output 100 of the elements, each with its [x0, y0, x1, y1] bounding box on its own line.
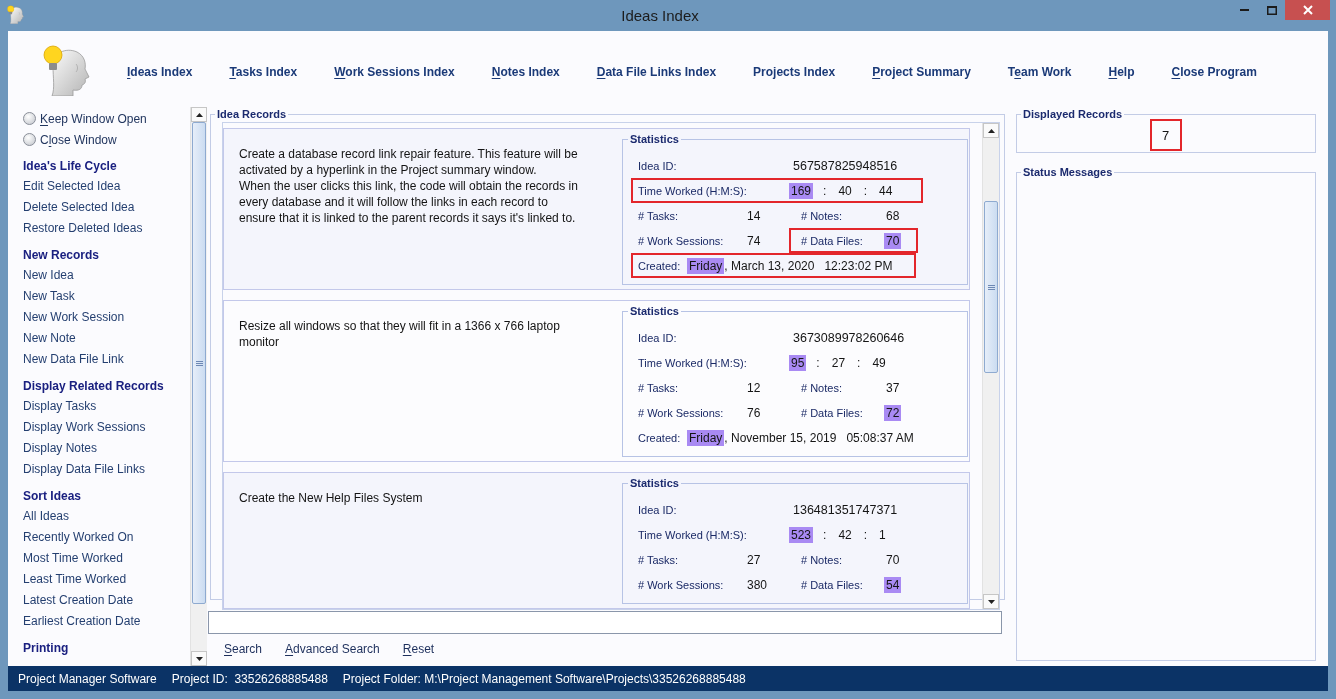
section-heading: Sort Ideas — [23, 488, 82, 505]
stat-value: 136481351747371 — [792, 501, 899, 518]
stat-value: 72 — [884, 404, 902, 421]
radio-option[interactable]: Keep Window Open — [23, 108, 147, 129]
stat-label: # Work Sessions: — [638, 234, 725, 247]
scroll-down-button[interactable] — [983, 594, 999, 609]
nav-link[interactable]: Close Program — [1171, 65, 1257, 79]
nav-link[interactable]: Team Work — [1007, 65, 1072, 79]
stat-label: Created: — [638, 259, 682, 272]
stat-label: # Data Files: — [801, 406, 864, 419]
sidebar-link[interactable]: Least Time Worked — [23, 569, 127, 590]
stat-value: 68 — [885, 207, 901, 224]
scroll-up-button[interactable] — [191, 107, 207, 122]
sidebar-link[interactable]: New Task — [23, 286, 75, 307]
panel-title: Status Messages — [1022, 166, 1114, 179]
stat-label: # Data Files: — [801, 234, 864, 247]
stat-value: 76 — [746, 404, 762, 421]
stat-value: 74 — [746, 232, 762, 249]
stat-label: # Notes: — [801, 381, 843, 394]
vertical-scrollbar[interactable] — [190, 107, 207, 666]
sidebar-link[interactable]: Display Notes — [23, 438, 98, 459]
stat-value: 70 — [885, 551, 901, 568]
time-separator: : — [862, 182, 869, 199]
search-field[interactable] — [208, 611, 1002, 634]
sidebar-link[interactable]: Earliest Creation Date — [23, 611, 141, 632]
stat-value: 54 — [884, 576, 902, 593]
nav-link[interactable]: Work Sessions Index — [334, 65, 455, 79]
sidebar-link[interactable]: All Ideas — [23, 506, 70, 527]
nav-link[interactable]: Tasks Index — [229, 65, 298, 79]
sidebar-link[interactable]: Display Work Sessions — [23, 417, 146, 438]
nav-link[interactable]: Help — [1108, 65, 1135, 79]
sidebar-link[interactable]: Delete Selected Idea — [23, 197, 135, 218]
caret-up-icon — [987, 128, 995, 133]
sidebar-link[interactable]: New Work Session — [23, 307, 125, 328]
search-action-button[interactable]: Reset — [402, 642, 435, 657]
stat-value: 14 — [746, 207, 762, 224]
head-lightbulb-icon — [6, 5, 24, 24]
stat-value: 70 — [884, 232, 902, 249]
idea-description: When the user clicks this link, the code will obtain the records in every database and it will follow the links in each record to ensure that it is linked to the parent records it says it's linked to. — [239, 178, 579, 226]
maximize-icon — [1266, 5, 1277, 15]
stat-value: 37 — [885, 379, 901, 396]
stat-label: # Tasks: — [638, 381, 680, 394]
stat-label: # Notes: — [801, 553, 843, 566]
created-date: , November 15, 2019 — [724, 430, 837, 445]
time-value: 1 — [878, 526, 887, 543]
scroll-down-button[interactable] — [191, 651, 207, 666]
created-time: 05:08:37 AM — [846, 430, 914, 445]
stat-label: # Work Sessions: — [638, 578, 725, 591]
status-text: Project ID: 33526268885488 — [171, 671, 328, 686]
status-text: Project Folder: M:\Project Management Software\Projects\33526268885488 — [342, 671, 746, 686]
nav-link[interactable]: Projects Index — [753, 65, 836, 79]
stat-value: 12 — [746, 379, 762, 396]
created-date: , March 13, 2020 — [724, 258, 815, 273]
sidebar-link[interactable]: Most Time Worked — [23, 548, 123, 569]
created-time: 12:23:02 PM — [824, 258, 893, 273]
close-icon — [1302, 5, 1313, 15]
caret-down-icon — [195, 656, 203, 661]
time-value: 40 — [837, 182, 853, 199]
sidebar-link[interactable]: New Data File Link — [23, 349, 124, 370]
time-value: 95 — [789, 354, 807, 371]
sidebar-link[interactable]: Display Data File Links — [23, 459, 146, 480]
stat-value: 567587825948516 — [792, 157, 899, 174]
stat-label: Time Worked (H:M:S): — [638, 184, 748, 197]
stat-label: # Work Sessions: — [638, 406, 725, 419]
time-separator: : — [856, 354, 862, 371]
search-action-button[interactable]: Search — [224, 642, 263, 657]
nav-link[interactable]: Notes Index — [491, 65, 560, 79]
search-action-button[interactable]: Advanced Search — [285, 642, 380, 657]
time-separator: : — [862, 526, 869, 543]
scroll-up-button[interactable] — [983, 123, 999, 138]
radio-option[interactable]: Close Window — [23, 129, 117, 150]
vertical-scrollbar[interactable] — [982, 123, 999, 609]
created-weekday: Friday — [687, 257, 725, 274]
sidebar-link[interactable]: Latest Creation Date — [23, 590, 134, 611]
scroll-thumb[interactable] — [192, 122, 206, 604]
grip-icon — [195, 360, 203, 366]
scroll-thumb[interactable] — [984, 201, 998, 373]
time-value: 49 — [871, 354, 887, 371]
sidebar-link[interactable]: New Idea — [23, 265, 74, 286]
time-value: 169 — [789, 182, 814, 199]
panel-title: Statistics — [629, 477, 680, 490]
section-heading: Idea's Life Cycle — [23, 158, 117, 175]
nav-link[interactable]: Project Summary — [872, 65, 971, 79]
nav-link[interactable]: Data File Links Index — [596, 65, 717, 79]
status-text: Project Manager Software — [18, 671, 157, 686]
close-button[interactable] — [1285, 0, 1330, 20]
stat-label: # Tasks: — [638, 209, 680, 222]
stat-label: Time Worked (H:M:S): — [638, 528, 748, 541]
head-lightbulb-icon — [40, 44, 90, 96]
sidebar-link[interactable]: Restore Deleted Ideas — [23, 218, 143, 239]
record-count: 7 — [1161, 127, 1170, 143]
sidebar-link[interactable]: Recently Worked On — [23, 527, 134, 548]
sidebar-link[interactable]: Display Tasks — [23, 396, 97, 417]
nav-link[interactable]: Ideas Index — [127, 65, 193, 79]
stat-label: # Notes: — [801, 209, 843, 222]
sidebar-link[interactable]: New Note — [23, 328, 76, 349]
sidebar-link[interactable]: Edit Selected Idea — [23, 176, 121, 197]
window-title: Ideas Index — [621, 6, 699, 24]
stat-label: Idea ID: — [638, 159, 678, 172]
stat-label: Idea ID: — [638, 331, 678, 344]
